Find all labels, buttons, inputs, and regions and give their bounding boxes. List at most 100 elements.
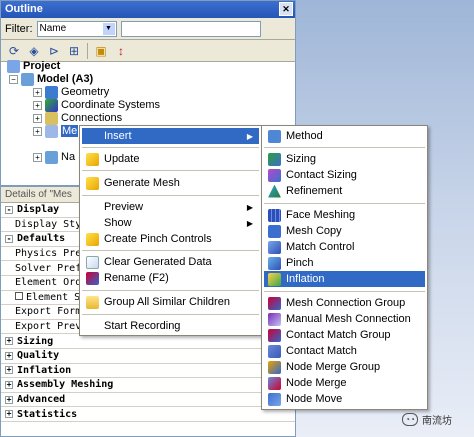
submenu-item-mesh-copy[interactable]: Mesh Copy: [264, 223, 425, 239]
menu-label: Node Move: [286, 393, 343, 405]
menu-item-insert[interactable]: Insert ▶: [82, 128, 259, 144]
menu-item-start-recording[interactable]: Start Recording: [82, 318, 259, 334]
menu-item-group-all[interactable]: Group All Similar Children: [82, 294, 259, 310]
filter-label: Filter:: [5, 22, 33, 35]
details-group-row[interactable]: + Inflation: [1, 364, 295, 379]
menu-separator: [82, 290, 259, 291]
submenu-item-sizing[interactable]: Sizing: [264, 151, 425, 167]
rename-icon: [86, 271, 99, 285]
details-row-text: Element Si: [26, 291, 87, 303]
menu-label: Contact Match Group: [286, 329, 391, 341]
expand-icon[interactable]: +: [5, 380, 13, 389]
menu-item-update[interactable]: Update: [82, 151, 259, 167]
details-row-text: Quality: [17, 350, 60, 362]
submenu-item-node-merge[interactable]: Node Merge: [264, 375, 425, 391]
tree-item-connections[interactable]: + Connections: [33, 111, 122, 125]
details-row-label: + Statistics: [1, 409, 77, 420]
filter-select[interactable]: Name ▼: [36, 20, 117, 37]
expand-icon[interactable]: +: [5, 351, 13, 360]
lightning-icon: [86, 176, 99, 190]
blank-icon: [86, 320, 99, 333]
tree-item-geometry[interactable]: + Geometry: [33, 85, 109, 99]
expand-icon[interactable]: +: [5, 366, 13, 375]
submenu-item-node-move[interactable]: Node Move: [264, 391, 425, 407]
tree-item-mesh[interactable]: + Me: [33, 124, 79, 138]
tree-item-project[interactable]: Project: [7, 59, 60, 73]
menu-label: Mesh Copy: [286, 225, 342, 237]
submenu-item-node-merge-group[interactable]: Node Merge Group: [264, 359, 425, 375]
menu-item-generate-mesh[interactable]: Generate Mesh: [82, 175, 259, 191]
submenu-arrow-icon: ▶: [246, 202, 253, 212]
menu-item-create-pinch-controls[interactable]: Create Pinch Controls: [82, 231, 259, 247]
menu-label: Group All Similar Children: [104, 296, 230, 308]
expand-icon[interactable]: +: [33, 113, 42, 123]
sort-icon[interactable]: ↕: [112, 42, 130, 60]
menu-label: Inflation: [286, 273, 325, 285]
details-row-label: - Defaults: [1, 233, 65, 244]
tree-item-coordinate-systems[interactable]: + Coordinate Systems: [33, 98, 160, 112]
watermark-text: 南流坊: [422, 416, 452, 427]
tree-item-named-selections[interactable]: + Na: [33, 150, 75, 164]
tree-label-coordinate-systems: Coordinate Systems: [61, 99, 161, 111]
move-icon[interactable]: ◈: [25, 42, 43, 60]
eraser-icon: [86, 255, 99, 269]
details-row-text: Defaults: [17, 233, 66, 245]
details-group-row[interactable]: + Advanced: [1, 393, 295, 408]
outline-title: Outline: [5, 3, 43, 15]
details-group-row[interactable]: + Sizing: [1, 334, 295, 349]
menu-item-clear-generated-data[interactable]: Clear Generated Data: [82, 254, 259, 270]
menu-separator: [82, 170, 259, 171]
tree-icon[interactable]: ⊳: [45, 42, 63, 60]
tree-label-geometry: Geometry: [61, 86, 110, 98]
submenu-item-contact-sizing[interactable]: Contact Sizing: [264, 167, 425, 183]
expand-icon[interactable]: +: [33, 100, 42, 110]
submenu-item-refinement[interactable]: Refinement: [264, 183, 425, 199]
submenu-item-contact-match-group[interactable]: Contact Match Group: [264, 327, 425, 343]
submenu-item-inflation[interactable]: Inflation: [264, 271, 425, 287]
filter-bar: Filter: Name ▼: [1, 18, 295, 40]
menu-label: Refinement: [286, 185, 343, 197]
expand-icon[interactable]: +: [5, 337, 13, 346]
collapse-icon[interactable]: -: [5, 234, 13, 243]
submenu-item-pinch[interactable]: Pinch: [264, 255, 425, 271]
checkbox-icon[interactable]: [15, 291, 23, 300]
collapse-icon[interactable]: -: [5, 205, 13, 214]
menu-label: Contact Match: [286, 345, 357, 357]
toolbar-separator: [87, 42, 88, 59]
collapse-icon[interactable]: −: [9, 74, 18, 84]
refresh-icon[interactable]: ⟳: [5, 42, 23, 60]
tree-label-model: Model (A3): [37, 73, 94, 85]
named-selections-icon: [45, 150, 58, 164]
details-group-row[interactable]: + Statistics: [1, 407, 295, 422]
submenu-item-match-control[interactable]: Match Control: [264, 239, 425, 255]
menu-separator: [82, 147, 259, 148]
submenu-item-manual-mesh-connection[interactable]: Manual Mesh Connection: [264, 311, 425, 327]
submenu-item-method[interactable]: Method: [264, 128, 425, 144]
expand-icon[interactable]: ⊞: [65, 42, 83, 60]
submenu-item-mesh-connection-group[interactable]: Mesh Connection Group: [264, 295, 425, 311]
lightning-icon: [86, 152, 99, 166]
tree-item-model[interactable]: − Model (A3): [9, 72, 93, 86]
folder-icon: [86, 295, 99, 309]
expand-icon[interactable]: +: [33, 152, 42, 162]
menu-item-rename[interactable]: Rename (F2): [82, 270, 259, 286]
menu-label: Sizing: [286, 153, 316, 165]
expand-icon[interactable]: +: [5, 410, 13, 419]
menu-item-show[interactable]: Show ▶: [82, 215, 259, 231]
menu-label: Start Recording: [104, 320, 181, 332]
expand-icon[interactable]: +: [33, 87, 42, 97]
filter-input[interactable]: [120, 20, 261, 37]
expand-icon[interactable]: +: [33, 126, 42, 136]
menu-label: Rename (F2): [104, 272, 169, 284]
details-group-row[interactable]: + Quality: [1, 349, 295, 364]
submenu-item-contact-match[interactable]: Contact Match: [264, 343, 425, 359]
expand-icon[interactable]: +: [5, 395, 13, 404]
match-control-icon: [268, 240, 281, 254]
folder-icon[interactable]: ▣: [92, 42, 110, 60]
details-group-row[interactable]: + Assembly Meshing: [1, 378, 295, 393]
submenu-item-face-meshing[interactable]: Face Meshing: [264, 207, 425, 223]
tree-label-named-selections: Na: [61, 151, 76, 163]
menu-item-preview[interactable]: Preview ▶: [82, 199, 259, 215]
close-icon[interactable]: ✕: [279, 2, 293, 16]
details-row-text: Statistics: [17, 408, 78, 420]
